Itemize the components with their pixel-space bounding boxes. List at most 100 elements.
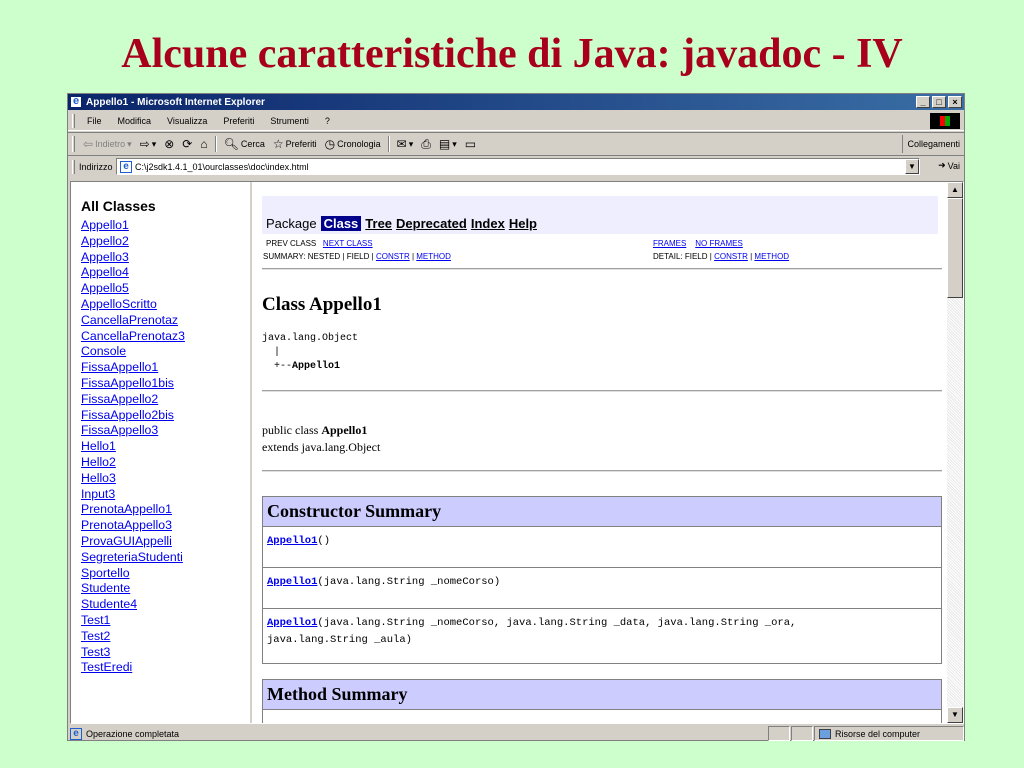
menu-preferiti[interactable]: Preferiti [215, 116, 262, 126]
refresh-icon: ⟳ [182, 137, 193, 151]
mail-button[interactable]: ✉ ▾ [393, 134, 418, 154]
doc-navbar: Package Class Tree Deprecated Index Help [262, 196, 938, 234]
class-link[interactable]: Test2 [81, 629, 250, 645]
scroll-up-icon[interactable]: ▲ [947, 182, 963, 198]
go-button[interactable]: ➜ Vai [938, 160, 960, 171]
constructor-row: Appello1(java.lang.String _nomeCorso, ja… [263, 609, 941, 663]
class-link[interactable]: AppelloScritto [81, 297, 250, 313]
class-link[interactable]: CancellaPrenotaz3 [81, 329, 250, 345]
minimize-button[interactable]: _ [916, 96, 930, 108]
search-button[interactable]: 🔍︎ Cerca [220, 134, 269, 154]
class-link[interactable]: FissaAppello1bis [81, 376, 250, 392]
class-link[interactable]: Appello1 [81, 218, 250, 234]
links-button[interactable]: Collegamenti [902, 135, 964, 153]
close-button[interactable]: × [948, 96, 962, 108]
class-link[interactable]: Studente [81, 581, 250, 597]
nav-deprecated[interactable]: Deprecated [396, 216, 467, 231]
class-link[interactable]: Hello1 [81, 439, 250, 455]
vertical-scrollbar[interactable]: ▲ ▼ [947, 182, 963, 723]
forward-arrow-icon: ⇨ [139, 137, 150, 151]
class-link[interactable]: Sportello [81, 566, 250, 582]
menu-visualizza[interactable]: Visualizza [159, 116, 215, 126]
summary-constr-link[interactable]: CONSTR [376, 252, 410, 261]
discuss-icon: ▭ [464, 137, 477, 151]
address-input[interactable]: e C:\j2sdk1.4.1_01\ourclasses\doc\index.… [116, 158, 920, 175]
class-link[interactable]: Test3 [81, 645, 250, 661]
discuss-button[interactable]: ▭ [461, 134, 480, 154]
class-link[interactable]: FissaAppello1 [81, 360, 250, 376]
menu-file[interactable]: File [79, 116, 110, 126]
class-link[interactable]: Test1 [81, 613, 250, 629]
detail-constr-link[interactable]: CONSTR [714, 252, 748, 261]
class-link[interactable]: FissaAppello2 [81, 392, 250, 408]
class-link[interactable]: SegreteriaStudenti [81, 550, 250, 566]
scroll-thumb[interactable] [947, 198, 963, 298]
computer-icon [819, 728, 831, 739]
class-link[interactable]: PrenotaAppello1 [81, 502, 250, 518]
title-bar: Appello1 - Microsoft Internet Explorer _… [68, 94, 964, 110]
class-link[interactable]: Studente4 [81, 597, 250, 613]
class-link[interactable]: FissaAppello2bis [81, 408, 250, 424]
class-list: Appello1 Appello2 Appello3 Appello4 Appello5… [81, 218, 250, 676]
nav-index[interactable]: Index [471, 216, 505, 231]
favorites-button[interactable]: ☆ Preferiti [269, 134, 321, 154]
constructor-link[interactable]: Appello1 [267, 617, 317, 629]
back-button[interactable]: ⇦ Indietro ▾ [79, 134, 136, 154]
toolbar-separator [387, 136, 390, 152]
mail-icon: ✉ [396, 137, 407, 151]
constructor-link[interactable]: Appello1 [267, 535, 317, 547]
class-link[interactable]: ProvaGUIAppelli [81, 534, 250, 550]
history-button[interactable]: ◷ Cronologia [321, 134, 385, 154]
class-link[interactable]: Appello2 [81, 234, 250, 250]
search-label: Cerca [240, 139, 265, 149]
frames-link[interactable]: FRAMES [653, 239, 686, 248]
refresh-button[interactable]: ⟳ [178, 134, 196, 154]
summary-method-link[interactable]: METHOD [416, 252, 451, 261]
home-button[interactable]: ⌂ [196, 134, 211, 154]
decl-prefix: public class [262, 423, 322, 437]
tree-line-1: java.lang.Object [262, 333, 359, 344]
class-link[interactable]: FissaAppello3 [81, 423, 250, 439]
toolbar-grip [72, 136, 75, 152]
constructor-params: (java.lang.String _nomeCorso, java.lang.… [317, 617, 797, 629]
next-class-link[interactable]: NEXT CLASS [323, 239, 373, 248]
scroll-down-icon[interactable]: ▼ [947, 707, 963, 723]
menu-help[interactable]: ? [317, 116, 338, 126]
class-link[interactable]: Hello3 [81, 471, 250, 487]
nav-tree[interactable]: Tree [365, 216, 392, 231]
class-link[interactable]: CancellaPrenotaz [81, 313, 250, 329]
edit-button[interactable]: ▤ ▾ [435, 134, 461, 154]
mail-dropdown-icon: ▾ [408, 138, 414, 149]
class-link[interactable]: Appello5 [81, 281, 250, 297]
class-link[interactable]: Console [81, 344, 250, 360]
stop-button[interactable]: ⊗ [160, 134, 178, 154]
zone-label: Risorse del computer [835, 728, 921, 739]
constructor-summary-table: Constructor Summary Appello1() Appello1(… [262, 496, 942, 664]
class-link[interactable]: TestEredi [81, 660, 250, 676]
slide-title: Alcune caratteristiche di Java: javadoc … [121, 31, 903, 77]
address-dropdown-icon[interactable]: ▼ [905, 159, 919, 174]
back-arrow-icon: ⇦ [83, 137, 94, 151]
maximize-button[interactable]: □ [932, 96, 946, 108]
menu-grip [72, 113, 75, 128]
home-icon: ⌂ [200, 137, 208, 151]
frames-nav: FRAMES NO FRAMES [653, 239, 743, 248]
class-link[interactable]: Hello2 [81, 455, 250, 471]
class-link[interactable]: Appello4 [81, 265, 250, 281]
class-link[interactable]: Input3 [81, 487, 250, 503]
menu-strumenti[interactable]: Strumenti [262, 116, 317, 126]
constructor-link[interactable]: Appello1 [267, 576, 317, 588]
status-pane [768, 726, 790, 741]
class-title: Class Appello1 [262, 294, 382, 315]
print-button[interactable]: ⎙ [417, 134, 435, 154]
all-classes-frame: All Classes Appello1 Appello2 Appello3 Appe… [71, 182, 252, 723]
nav-help[interactable]: Help [509, 216, 537, 231]
back-label: Indietro [95, 139, 126, 149]
status-bar: e Operazione completata Risorse del comp… [68, 726, 964, 741]
forward-button[interactable]: ⇨ ▾ [136, 134, 161, 154]
no-frames-link[interactable]: NO FRAMES [695, 239, 743, 248]
class-link[interactable]: PrenotaAppello3 [81, 518, 250, 534]
menu-modifica[interactable]: Modifica [110, 116, 160, 126]
detail-method-link[interactable]: METHOD [754, 252, 789, 261]
class-link[interactable]: Appello3 [81, 250, 250, 266]
